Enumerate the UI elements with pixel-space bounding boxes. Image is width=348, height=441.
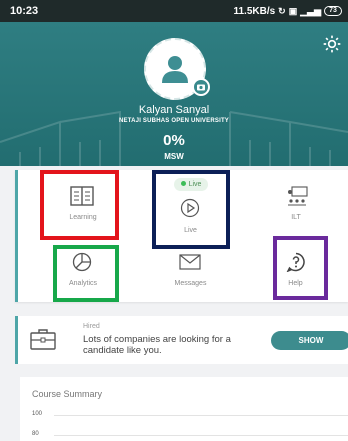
settings-icon[interactable]: [322, 34, 342, 54]
menu-item-learning[interactable]: Learning: [38, 170, 128, 238]
status-indicators: 11.5KB/s ↻ ▣ ▁▃▅ 73: [233, 6, 342, 17]
status-time: 10:23: [10, 5, 39, 17]
status-bar: 10:23 11.5KB/s ↻ ▣ ▁▃▅ 73: [0, 0, 348, 22]
pie-chart-icon: [72, 252, 92, 272]
user-name: Kalyan Sanyal: [138, 104, 210, 116]
menu-grid: Learning Live Live ILT Analytics Message…: [15, 170, 348, 302]
help-label: Help: [288, 280, 303, 287]
ilt-label: ILT: [291, 214, 301, 221]
menu-item-live[interactable]: Live Live: [153, 170, 228, 248]
y-tick-100: 100: [32, 411, 43, 417]
camera-icon[interactable]: [192, 78, 210, 96]
hired-tag: Hired: [83, 323, 100, 330]
play-icon: [180, 198, 200, 218]
avatar-icon: [153, 47, 197, 91]
gallery-icon: ▣: [288, 5, 298, 16]
sync-icon: ↻: [278, 5, 286, 16]
course-summary-card: Course Summary 100 80: [20, 377, 348, 441]
envelope-icon: [179, 254, 201, 270]
analytics-label: Analytics: [68, 280, 97, 287]
hired-message: Lots of companies are looking for a cand…: [83, 334, 231, 356]
profile-header: Kalyan Sanyal NETAJI SUBHAS OPEN UNIVERS…: [0, 22, 348, 166]
university-name: NETAJI SUBHAS OPEN UNIVERSITY: [118, 118, 230, 124]
y-tick-80: 80: [32, 431, 39, 437]
briefcase-icon: [30, 329, 56, 350]
live-dot-icon: [180, 181, 186, 186]
battery-icon: 73: [324, 6, 342, 16]
progress-percent: 0%: [163, 132, 185, 149]
book-icon: [70, 186, 94, 206]
course-code: MSW: [164, 152, 184, 161]
learning-label: Learning: [69, 214, 97, 221]
live-badge: Live: [174, 178, 208, 191]
menu-item-messages[interactable]: Messages: [153, 250, 228, 302]
classroom-icon: [288, 186, 308, 206]
help-icon: [286, 252, 305, 272]
show-button[interactable]: SHOW: [271, 331, 348, 350]
course-summary-title: Course Summary: [32, 389, 103, 399]
live-label: Live: [184, 227, 197, 234]
menu-item-ilt[interactable]: ILT: [246, 170, 346, 238]
gridline-100: [54, 415, 348, 416]
gridline-80: [54, 435, 348, 436]
avatar-frame[interactable]: [144, 38, 210, 100]
hired-card: Hired Lots of companies are looking for …: [15, 316, 348, 364]
messages-label: Messages: [174, 280, 207, 287]
menu-item-analytics[interactable]: Analytics: [38, 240, 128, 302]
menu-item-help[interactable]: Help: [273, 240, 318, 302]
signal-icon: ▁▃▅: [300, 5, 321, 16]
network-speed: 11.5KB/s: [233, 5, 276, 17]
